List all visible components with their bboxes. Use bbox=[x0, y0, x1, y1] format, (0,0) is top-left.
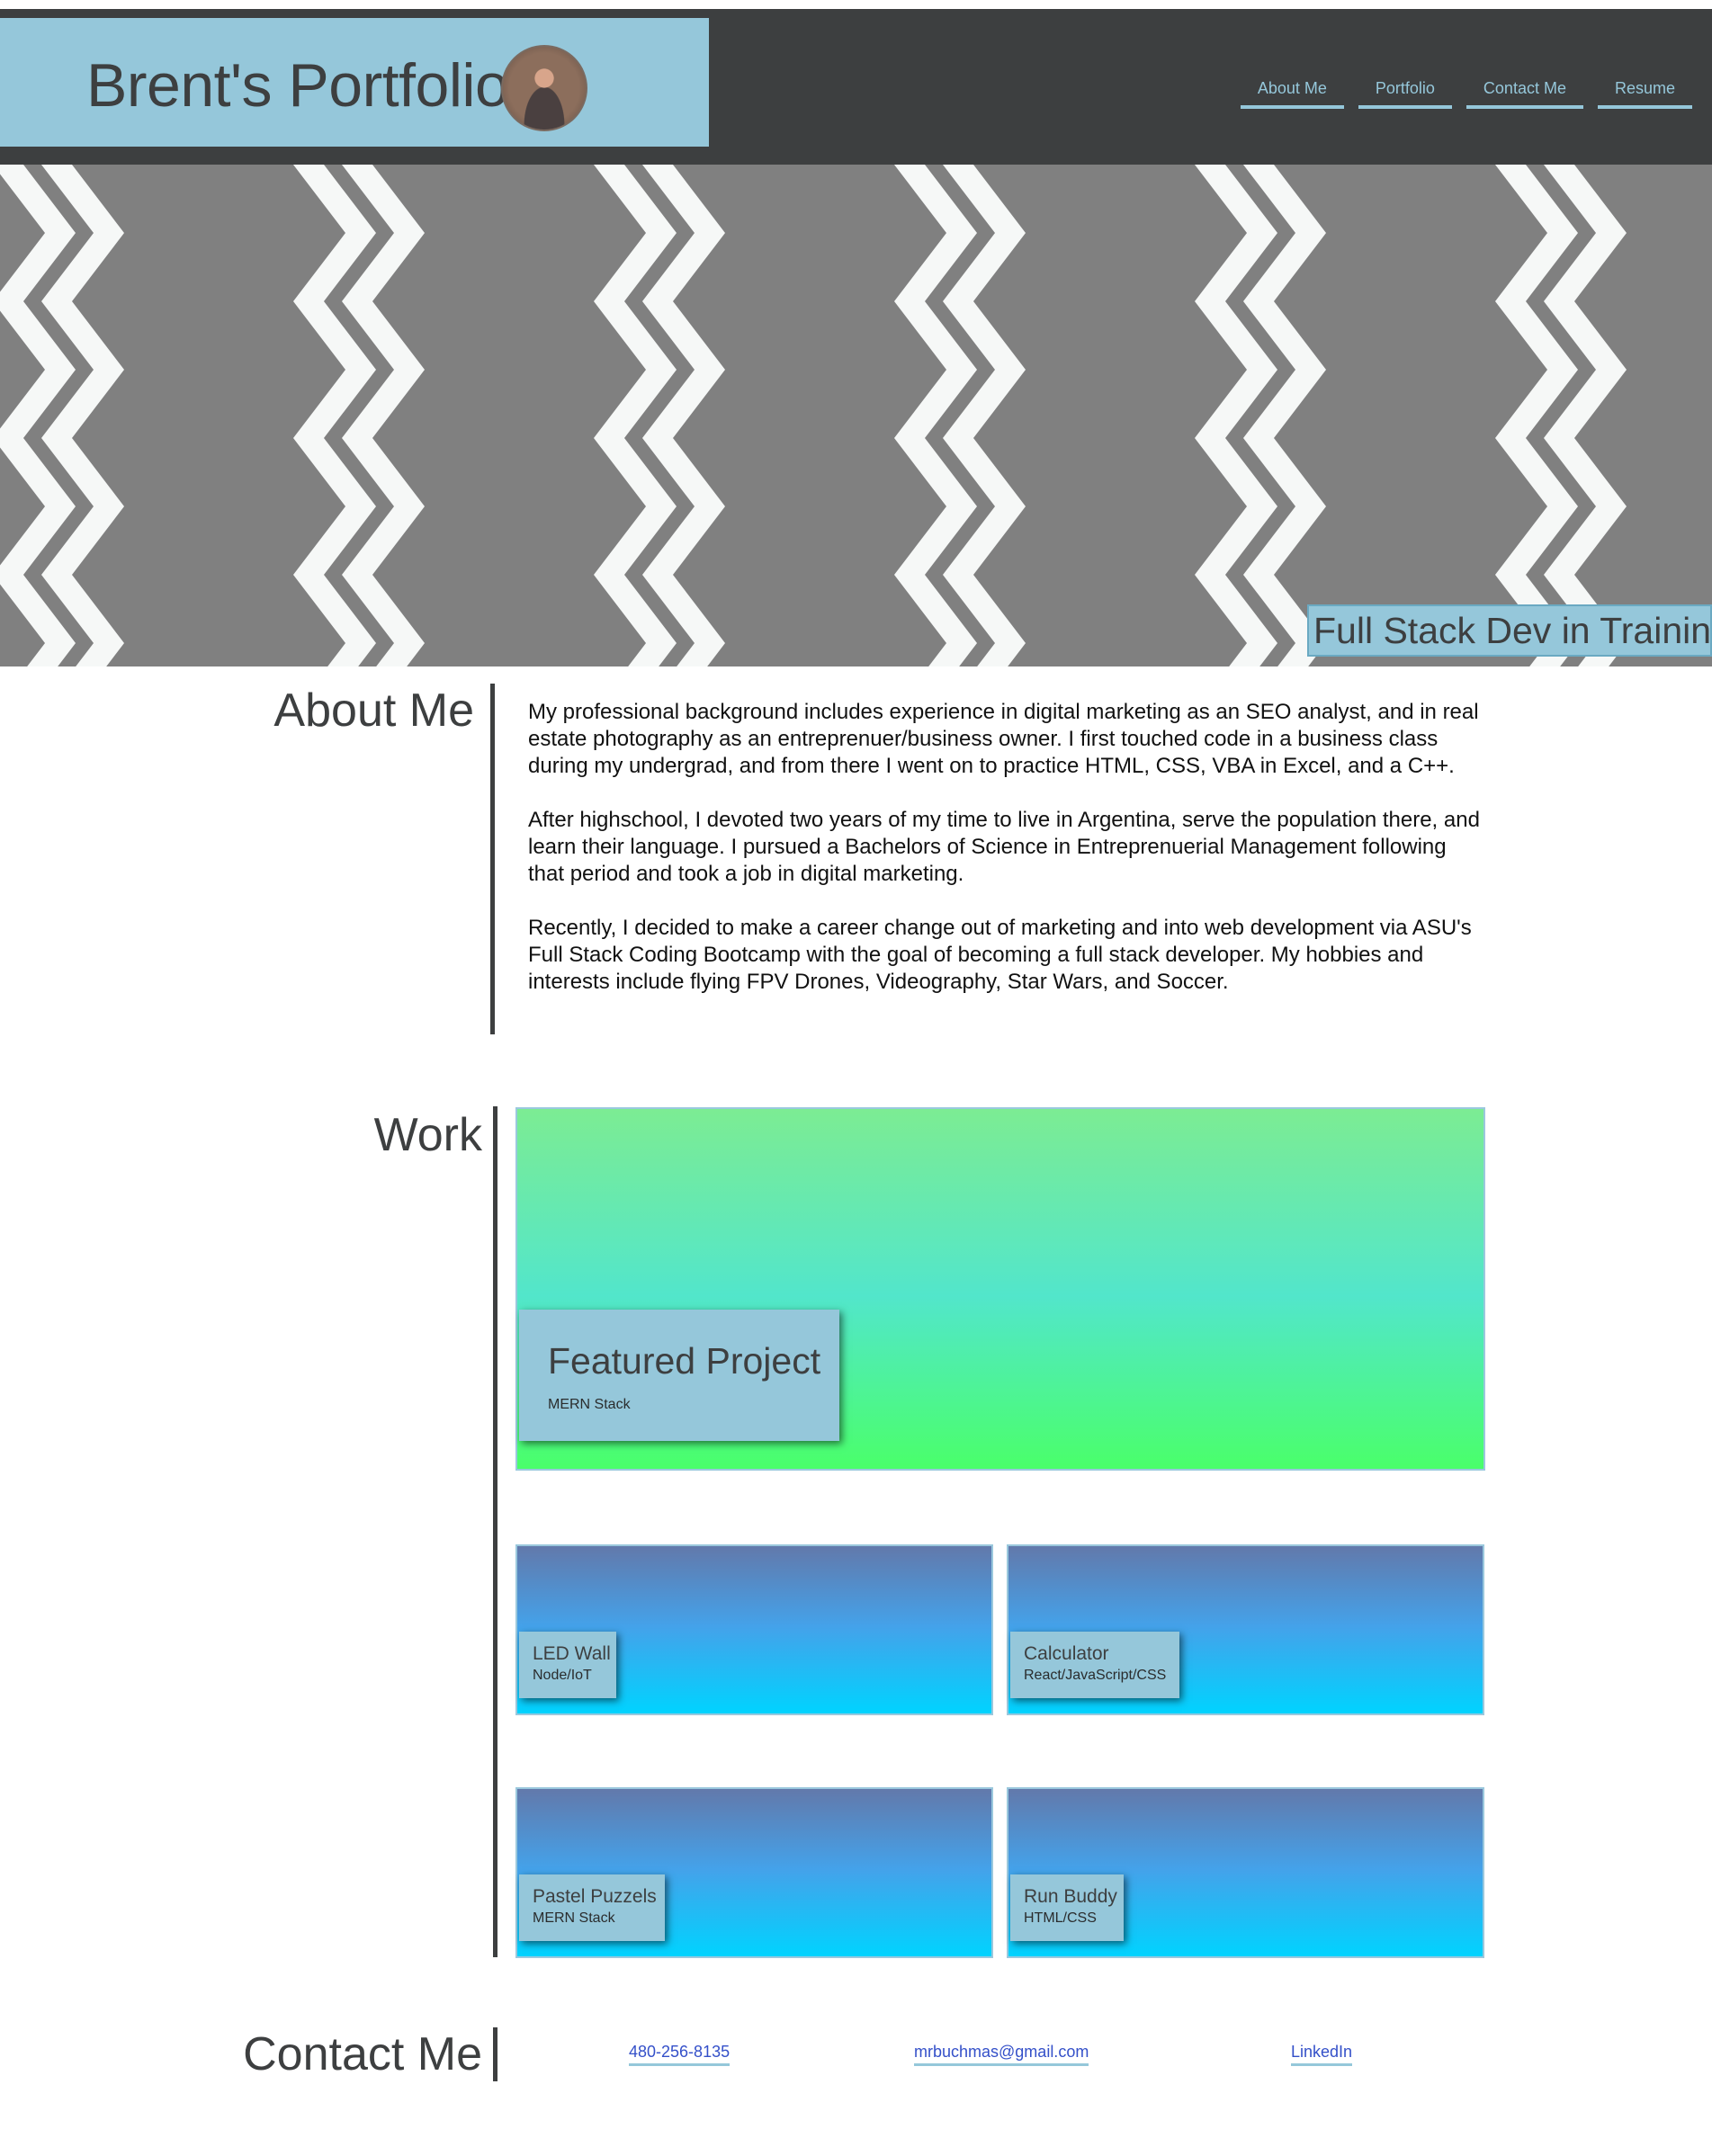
about-divider bbox=[490, 684, 495, 1034]
featured-project-label: Featured Project MERN Stack bbox=[519, 1310, 839, 1441]
hero-banner: Full Stack Dev in Training bbox=[0, 165, 1712, 666]
nav-portfolio[interactable]: Portfolio bbox=[1358, 79, 1452, 109]
about-paragraph: My professional background includes expe… bbox=[528, 700, 1479, 778]
nav-resume[interactable]: Resume bbox=[1597, 79, 1692, 109]
avatar bbox=[501, 45, 587, 131]
project-stack: Node/IoT bbox=[533, 1668, 592, 1683]
about-heading: About Me bbox=[273, 684, 474, 737]
project-label: LED Wall Node/IoT bbox=[519, 1632, 616, 1698]
top-strip bbox=[0, 0, 1712, 9]
contact-divider bbox=[493, 2027, 497, 2081]
project-card-led-wall[interactable]: LED Wall Node/IoT bbox=[515, 1544, 993, 1715]
project-stack: React/JavaScript/CSS bbox=[1024, 1668, 1167, 1683]
nav-about-me[interactable]: About Me bbox=[1240, 79, 1344, 109]
project-card-calculator[interactable]: Calculator React/JavaScript/CSS bbox=[1007, 1544, 1484, 1715]
project-title: LED Wall bbox=[533, 1643, 611, 1664]
phone-link[interactable]: 480-256-8135 bbox=[629, 2043, 731, 2066]
project-stack: MERN Stack bbox=[533, 1910, 615, 1926]
about-paragraph: After highschool, I devoted two years of… bbox=[528, 808, 1480, 886]
about-text: My professional background includes expe… bbox=[528, 699, 1482, 1023]
brand-banner: Brent's Portfolio bbox=[0, 18, 709, 147]
project-title: Pastel Puzzels bbox=[533, 1886, 657, 1907]
project-title: Calculator bbox=[1024, 1643, 1109, 1664]
featured-project-card[interactable]: Featured Project MERN Stack bbox=[515, 1107, 1485, 1471]
work-heading: Work bbox=[373, 1109, 482, 1161]
project-stack: HTML/CSS bbox=[1024, 1910, 1097, 1926]
project-title: Run Buddy bbox=[1024, 1886, 1117, 1907]
featured-project-title: Featured Project bbox=[548, 1340, 821, 1382]
project-card-pastel-puzzels[interactable]: Pastel Puzzels MERN Stack bbox=[515, 1787, 993, 1958]
site-header: Brent's Portfolio About Me Portfolio Con… bbox=[0, 9, 1712, 165]
contact-heading: Contact Me bbox=[243, 2028, 482, 2080]
hero-tagline: Full Stack Dev in Training bbox=[1307, 604, 1712, 657]
work-divider bbox=[493, 1106, 497, 1957]
project-label: Calculator React/JavaScript/CSS bbox=[1010, 1632, 1179, 1698]
project-card-run-buddy[interactable]: Run Buddy HTML/CSS bbox=[1007, 1787, 1484, 1958]
nav-contact-me[interactable]: Contact Me bbox=[1466, 79, 1583, 109]
linkedin-link[interactable]: LinkedIn bbox=[1291, 2043, 1353, 2066]
about-paragraph: Recently, I decided to make a career cha… bbox=[528, 916, 1472, 994]
project-label: Run Buddy HTML/CSS bbox=[1010, 1874, 1124, 1941]
chevron-pattern bbox=[0, 165, 1627, 666]
email-link[interactable]: mrbuchmas@gmail.com bbox=[914, 2043, 1089, 2066]
featured-project-stack: MERN Stack bbox=[548, 1397, 631, 1412]
site-title: Brent's Portfolio bbox=[86, 51, 509, 120]
project-label: Pastel Puzzels MERN Stack bbox=[519, 1874, 665, 1941]
main-nav: About Me Portfolio Contact Me Resume bbox=[1240, 79, 1692, 109]
